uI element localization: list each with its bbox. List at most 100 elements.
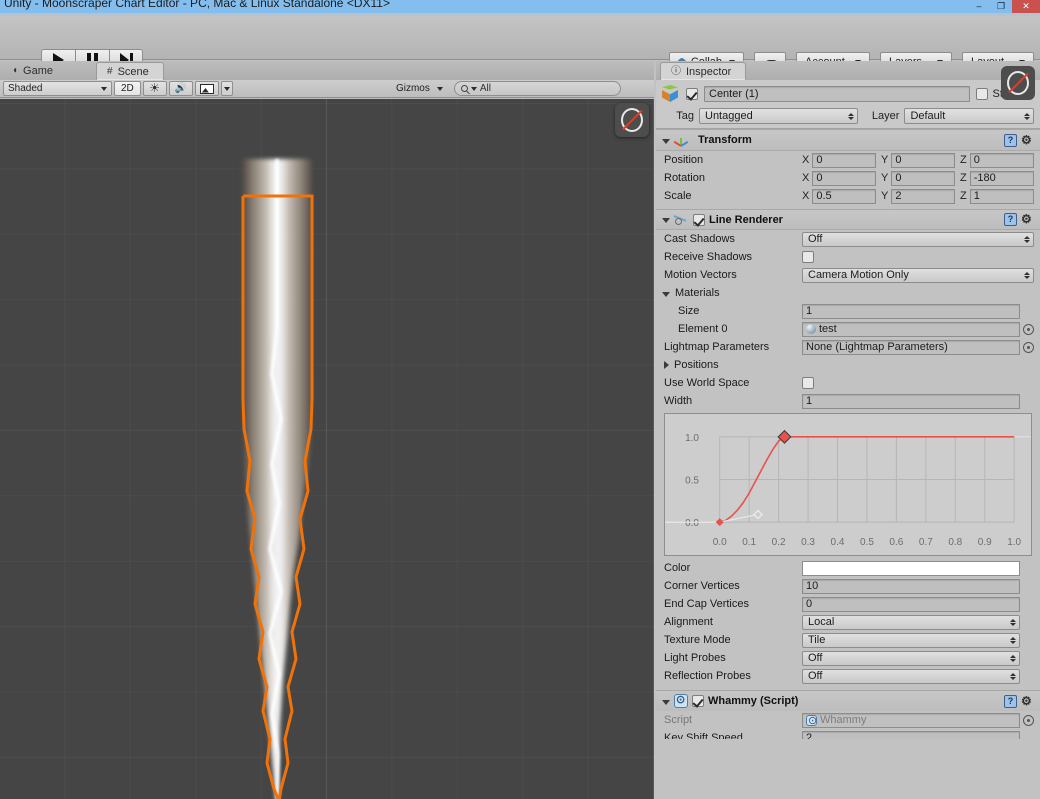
scale-x-field[interactable]: 0.5: [812, 188, 876, 204]
rotation-x-field[interactable]: 0: [812, 170, 876, 186]
sun-icon: [149, 81, 160, 95]
position-z-field[interactable]: 0: [969, 152, 1034, 168]
layer-label: Layer: [871, 110, 900, 122]
audio-toggle-button[interactable]: [168, 81, 193, 96]
tab-game[interactable]: ◖ Game: [2, 62, 67, 80]
gear-icon[interactable]: ⚙: [1021, 695, 1034, 708]
positions-foldout-row[interactable]: Positions: [656, 356, 1040, 374]
close-button[interactable]: ✕: [1012, 0, 1040, 13]
position-x-field[interactable]: 0: [812, 152, 876, 168]
object-picker-icon[interactable]: [1023, 323, 1034, 335]
gear-icon[interactable]: ⚙: [1021, 213, 1034, 226]
rotation-y-field[interactable]: 0: [891, 170, 955, 186]
alignment-dropdown[interactable]: Local: [802, 614, 1020, 630]
materials-element0-row: Element 0 test: [656, 320, 1040, 338]
line-renderer-enabled-checkbox[interactable]: [693, 213, 705, 226]
scale-y-field[interactable]: 2: [891, 188, 955, 204]
materials-size-field[interactable]: 1: [802, 303, 1020, 319]
help-icon[interactable]: ?: [1004, 133, 1017, 147]
svg-text:1.0: 1.0: [1007, 537, 1021, 548]
use-world-space-checkbox[interactable]: [802, 377, 814, 389]
maximize-button[interactable]: ❐: [990, 0, 1012, 13]
foldout-icon[interactable]: [662, 291, 670, 297]
scene-object-render: [241, 159, 314, 799]
position-y-field[interactable]: 0: [891, 152, 955, 168]
layer-dropdown[interactable]: Default: [904, 108, 1034, 124]
maximize-icon: ❐: [996, 1, 1006, 11]
foldout-icon[interactable]: [662, 138, 670, 144]
receive-shadows-checkbox[interactable]: [802, 251, 814, 263]
image-icon: [199, 83, 214, 94]
motion-vectors-dropdown[interactable]: Camera Motion Only: [802, 267, 1034, 283]
effects-dropdown[interactable]: [220, 81, 233, 96]
materials-foldout-row[interactable]: Materials: [656, 284, 1040, 302]
lightmap-object-field[interactable]: None (Lightmap Parameters): [802, 339, 1020, 355]
gear-icon[interactable]: ⚙: [1021, 134, 1034, 147]
scale-z-field[interactable]: 1: [969, 188, 1034, 204]
key-shift-speed-row: Key Shift Speed 2: [656, 729, 1040, 739]
whammy-enabled-checkbox[interactable]: [692, 695, 704, 707]
minimize-button[interactable]: –: [968, 0, 990, 13]
end-cap-vertices-field[interactable]: 0: [802, 596, 1020, 612]
svg-text:0.5: 0.5: [685, 476, 699, 487]
scene-viewport[interactable]: [0, 99, 654, 799]
end-cap-vertices-label: End Cap Vertices: [664, 598, 749, 610]
reflection-probes-dropdown[interactable]: Off: [802, 668, 1020, 684]
width-curve-graph[interactable]: 0.0 0.5 1.0 0.0 0.1 0.2 0.3 0.4 0.5 0.6 0.7 0.8 0.9 1…: [664, 413, 1032, 556]
foldout-icon[interactable]: [662, 699, 670, 705]
inspector-tab-strip: ⓘ Inspector: [656, 61, 1040, 80]
transform-icon: [673, 133, 689, 147]
width-row: Width 1: [656, 392, 1040, 410]
static-checkbox[interactable]: [976, 88, 989, 100]
scene-search-input[interactable]: All: [453, 81, 622, 96]
lightmap-parameters-row: Lightmap Parameters None (Lightmap Param…: [656, 338, 1040, 356]
scene-toolbar: Shaded 2D Gizmos All: [0, 80, 654, 98]
axis-y-label: Y: [881, 172, 889, 184]
lighting-toggle-button[interactable]: [142, 81, 167, 96]
tag-dropdown[interactable]: Untagged: [699, 108, 859, 124]
lightmap-label: Lightmap Parameters: [664, 341, 770, 353]
corner-vertices-field[interactable]: 10: [802, 578, 1020, 594]
object-picker-icon[interactable]: [1023, 341, 1034, 353]
rotation-z-field[interactable]: -180: [969, 170, 1034, 186]
texture-mode-row: Texture Mode Tile: [656, 631, 1040, 649]
tab-inspector[interactable]: ⓘ Inspector: [660, 62, 747, 80]
help-icon[interactable]: ?: [1004, 694, 1017, 708]
end-cap-vertices-row: End Cap Vertices 0: [656, 595, 1040, 613]
axis-x-label: X: [802, 190, 810, 202]
whammy-component-header[interactable]: Whammy (Script) ? ⚙: [656, 690, 1040, 711]
effects-button[interactable]: [194, 81, 219, 96]
rotation-label: Rotation: [664, 172, 705, 184]
svg-text:0.4: 0.4: [831, 537, 845, 548]
key-shift-speed-field[interactable]: 2: [802, 730, 1020, 739]
texture-mode-dropdown[interactable]: Tile: [802, 632, 1020, 648]
cast-shadows-dropdown[interactable]: Off: [802, 231, 1034, 247]
chevron-down-icon: [101, 86, 107, 91]
element0-object-field[interactable]: test: [802, 321, 1020, 337]
width-field[interactable]: 1: [802, 393, 1020, 409]
axis-z-label: Z: [960, 172, 967, 184]
gameobject-enabled-checkbox[interactable]: [686, 88, 698, 100]
shading-mode-dropdown[interactable]: Shaded: [3, 81, 112, 96]
transform-component-header[interactable]: Transform ? ⚙: [656, 129, 1040, 151]
light-probes-dropdown[interactable]: Off: [802, 650, 1020, 666]
transform-title: Transform: [698, 134, 752, 146]
element0-value: test: [819, 323, 837, 335]
scene-tab-strip: ◖ Game # Scene: [0, 61, 654, 80]
inspector-gizmo[interactable]: [1001, 66, 1035, 100]
help-icon[interactable]: ?: [1004, 213, 1017, 226]
search-icon: [460, 85, 468, 92]
script-label: Script: [664, 714, 693, 726]
light-probes-label: Light Probes: [664, 652, 726, 664]
toggle-2d-button[interactable]: 2D: [114, 81, 141, 96]
foldout-icon[interactable]: [662, 218, 670, 223]
color-gradient-field[interactable]: [802, 560, 1020, 576]
gameobject-name-field[interactable]: Center (1): [704, 86, 971, 102]
foldout-icon[interactable]: [664, 361, 669, 369]
gizmos-dropdown[interactable]: Gizmos: [390, 81, 449, 96]
svg-text:0.2: 0.2: [772, 537, 786, 548]
tab-scene[interactable]: # Scene: [96, 62, 164, 80]
line-renderer-component-header[interactable]: Line Renderer ? ⚙: [656, 209, 1040, 230]
scene-view-gizmo[interactable]: [615, 103, 649, 137]
axis-x-label: X: [802, 154, 810, 166]
